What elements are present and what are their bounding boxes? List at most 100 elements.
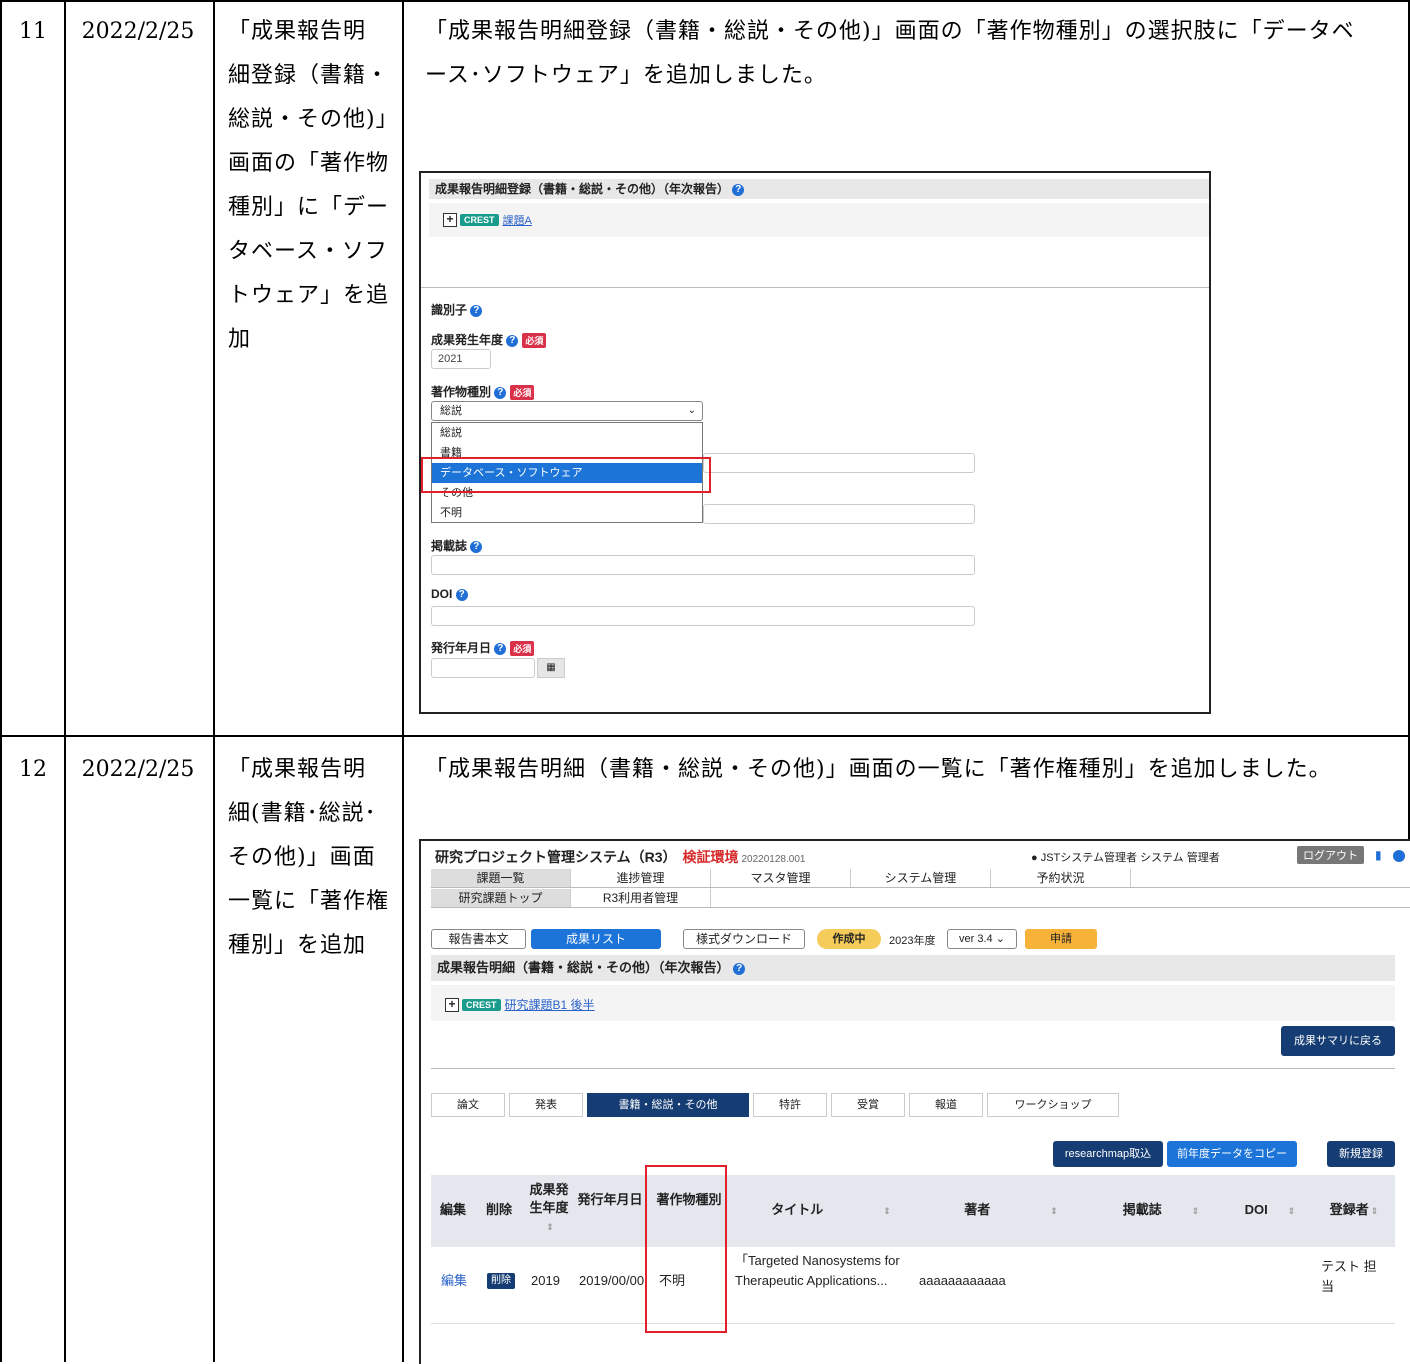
help-icon[interactable]: ? [1393, 850, 1405, 862]
tab-presentations[interactable]: 発表 [509, 1093, 583, 1117]
title-input[interactable] [703, 453, 975, 473]
help-icon[interactable]: ? [470, 304, 483, 317]
version-select[interactable]: ver 3.4 ⌄ [947, 929, 1017, 949]
author-input[interactable] [703, 504, 975, 524]
column-header[interactable]: 編集 [431, 1201, 475, 1219]
required-badge: 必須 [522, 333, 547, 349]
app-title: 研究プロジェクト管理システム（R3） 検証環境 20220128.001 [435, 849, 806, 865]
doi-label: DOI ? [431, 587, 468, 601]
table-border-left [0, 0, 2, 1362]
new-entry-button[interactable]: 新規登録 [1327, 1141, 1395, 1167]
type-option[interactable]: 総説 [432, 423, 702, 443]
screenshot-results-list: 研究プロジェクト管理システム（R3） 検証環境 20220128.001 ● JST… [419, 839, 1410, 1364]
nav-item[interactable]: R3利用者管理 [571, 889, 711, 907]
researchmap-import-button[interactable]: researchmap取込 [1053, 1141, 1163, 1167]
doi-input[interactable] [431, 606, 975, 626]
logout-button[interactable]: ログアウト [1297, 846, 1364, 864]
expand-icon[interactable]: + [443, 213, 457, 227]
title-line: 「成果報告明 [228, 757, 367, 782]
help-icon[interactable]: ? [470, 540, 483, 553]
crest-badge: CREST [460, 214, 499, 226]
type-select[interactable]: 総説 ⌄ [431, 401, 703, 421]
tab-press[interactable]: 報道 [909, 1093, 983, 1117]
row-description: 「成果報告明細登録（書籍・総説・その他)」画面の「著作物種別」の選択肢に「データ… [425, 10, 1400, 98]
column-header[interactable]: DOI ⇕ [1235, 1201, 1305, 1220]
column-header[interactable]: タイトル ⇕ [751, 1201, 911, 1220]
nav-item[interactable]: マスタ管理 [711, 869, 851, 887]
tab-patents[interactable]: 特許 [753, 1093, 827, 1117]
title-line: トウェア」を追 [228, 283, 390, 308]
download-tab-button[interactable]: 様式ダウンロード [683, 929, 805, 949]
column-header[interactable]: 削除 [477, 1201, 521, 1219]
column-header[interactable]: 成果発生年度⇕ [529, 1181, 569, 1236]
tab-books[interactable]: 書籍・総説・その他 [587, 1093, 749, 1117]
chevron-down-icon: ⌄ [687, 405, 696, 416]
table-border-col1 [64, 0, 66, 1362]
manual-icon[interactable]: ▮ [1375, 848, 1382, 862]
form-header: 成果報告明細登録（書籍・総説・その他）（年次報告） ? [429, 179, 1209, 199]
nav-item[interactable]: 研究課題トップ [431, 889, 571, 907]
tab-awards[interactable]: 受賞 [831, 1093, 905, 1117]
help-icon[interactable]: ? [455, 588, 468, 601]
title-line: その他)」画面 [228, 845, 376, 870]
calendar-icon[interactable]: ▦ [537, 658, 565, 678]
nav-item[interactable]: 進捗管理 [571, 869, 711, 887]
sort-icon: ⇕ [1370, 1206, 1379, 1216]
project-link[interactable]: 研究課題B1 後半 [505, 998, 595, 1012]
title-line: 加 [228, 327, 252, 352]
row-date: 2022/2/25 [81, 19, 195, 44]
column-header[interactable]: 登録者 ⇕ [1317, 1201, 1391, 1220]
year-input[interactable]: 2021 [431, 349, 491, 369]
desc-line: 「成果報告明細登録（書籍・総説・その他)」画面の「著作物種別」の選択肢に「データ… [425, 19, 1355, 44]
report-tab-button[interactable]: 報告書本文 [431, 929, 526, 949]
table-row: 編集 削除 2019 2019/00/00 不明 「Targeted Nanos… [431, 1247, 1395, 1324]
copy-previous-year-button[interactable]: 前年度データをコピー [1167, 1141, 1297, 1167]
journal-label: 掲載誌 ? [431, 537, 483, 554]
results-tab-button[interactable]: 成果リスト [531, 929, 661, 949]
sub-nav: 研究課題トップ R3利用者管理 [431, 889, 1410, 908]
env-label: 検証環境 [682, 849, 739, 865]
title-line: 細登録（書籍・ [228, 63, 390, 88]
journal-input[interactable] [431, 555, 975, 575]
nav-item[interactable]: システム管理 [851, 869, 991, 887]
identifier-label: 識別子 ? [431, 301, 483, 318]
tab-papers[interactable]: 論文 [431, 1093, 505, 1117]
title-line: 種別」に「デー [228, 195, 390, 220]
user-icon: ● [1031, 852, 1038, 864]
expand-icon[interactable]: + [445, 997, 459, 1012]
title-line: 総説・その他)」 [228, 107, 399, 132]
column-header[interactable]: 掲載誌 ⇕ [1101, 1201, 1221, 1220]
project-bar: + CREST 課題A [429, 203, 1209, 237]
help-icon[interactable]: ? [732, 183, 745, 196]
nav-item[interactable]: 課題一覧 [431, 869, 571, 887]
status-badge: 作成中 [817, 929, 881, 949]
required-badge: 必須 [510, 641, 535, 657]
project-link[interactable]: 課題A [503, 215, 532, 227]
desc-line: ース･ソフトウェア」を追加しました。 [425, 63, 827, 88]
pubdate-input[interactable] [431, 658, 535, 678]
row-date: 2022/2/25 [81, 757, 195, 782]
help-icon[interactable]: ? [494, 386, 507, 399]
sort-icon: ⇕ [546, 1222, 554, 1232]
help-icon[interactable]: ? [494, 642, 507, 655]
sort-icon: ⇕ [1287, 1206, 1296, 1216]
column-header[interactable]: 著者 ⇕ [931, 1201, 1091, 1220]
pubdate-label: 発行年月日 ? 必須 [431, 639, 535, 657]
cell-year: 2019 [531, 1273, 560, 1288]
highlight-box [645, 1165, 727, 1333]
back-to-summary-button[interactable]: 成果サマリに戻る [1281, 1026, 1395, 1056]
type-option[interactable]: 不明 [432, 503, 702, 523]
edit-link[interactable]: 編集 [441, 1271, 467, 1291]
sort-icon: ⇕ [1050, 1206, 1058, 1216]
version-label: 20220128.001 [741, 854, 806, 865]
row-description: 「成果報告明細（書籍・総説・その他)」画面の一覧に「著作権種別」を追加しました。 [425, 748, 1400, 792]
main-nav: 課題一覧 進捗管理 マスタ管理 システム管理 予約状況 [431, 869, 1410, 888]
tab-workshops[interactable]: ワークショップ [987, 1093, 1119, 1117]
delete-button[interactable]: 削除 [487, 1273, 515, 1289]
column-header[interactable]: 発行年月日 [577, 1191, 643, 1209]
help-icon[interactable]: ? [506, 334, 519, 347]
nav-item[interactable]: 予約状況 [991, 869, 1131, 887]
apply-button[interactable]: 申請 [1025, 929, 1097, 949]
help-icon[interactable]: ? [733, 962, 746, 975]
table-border-col2 [213, 0, 215, 1362]
